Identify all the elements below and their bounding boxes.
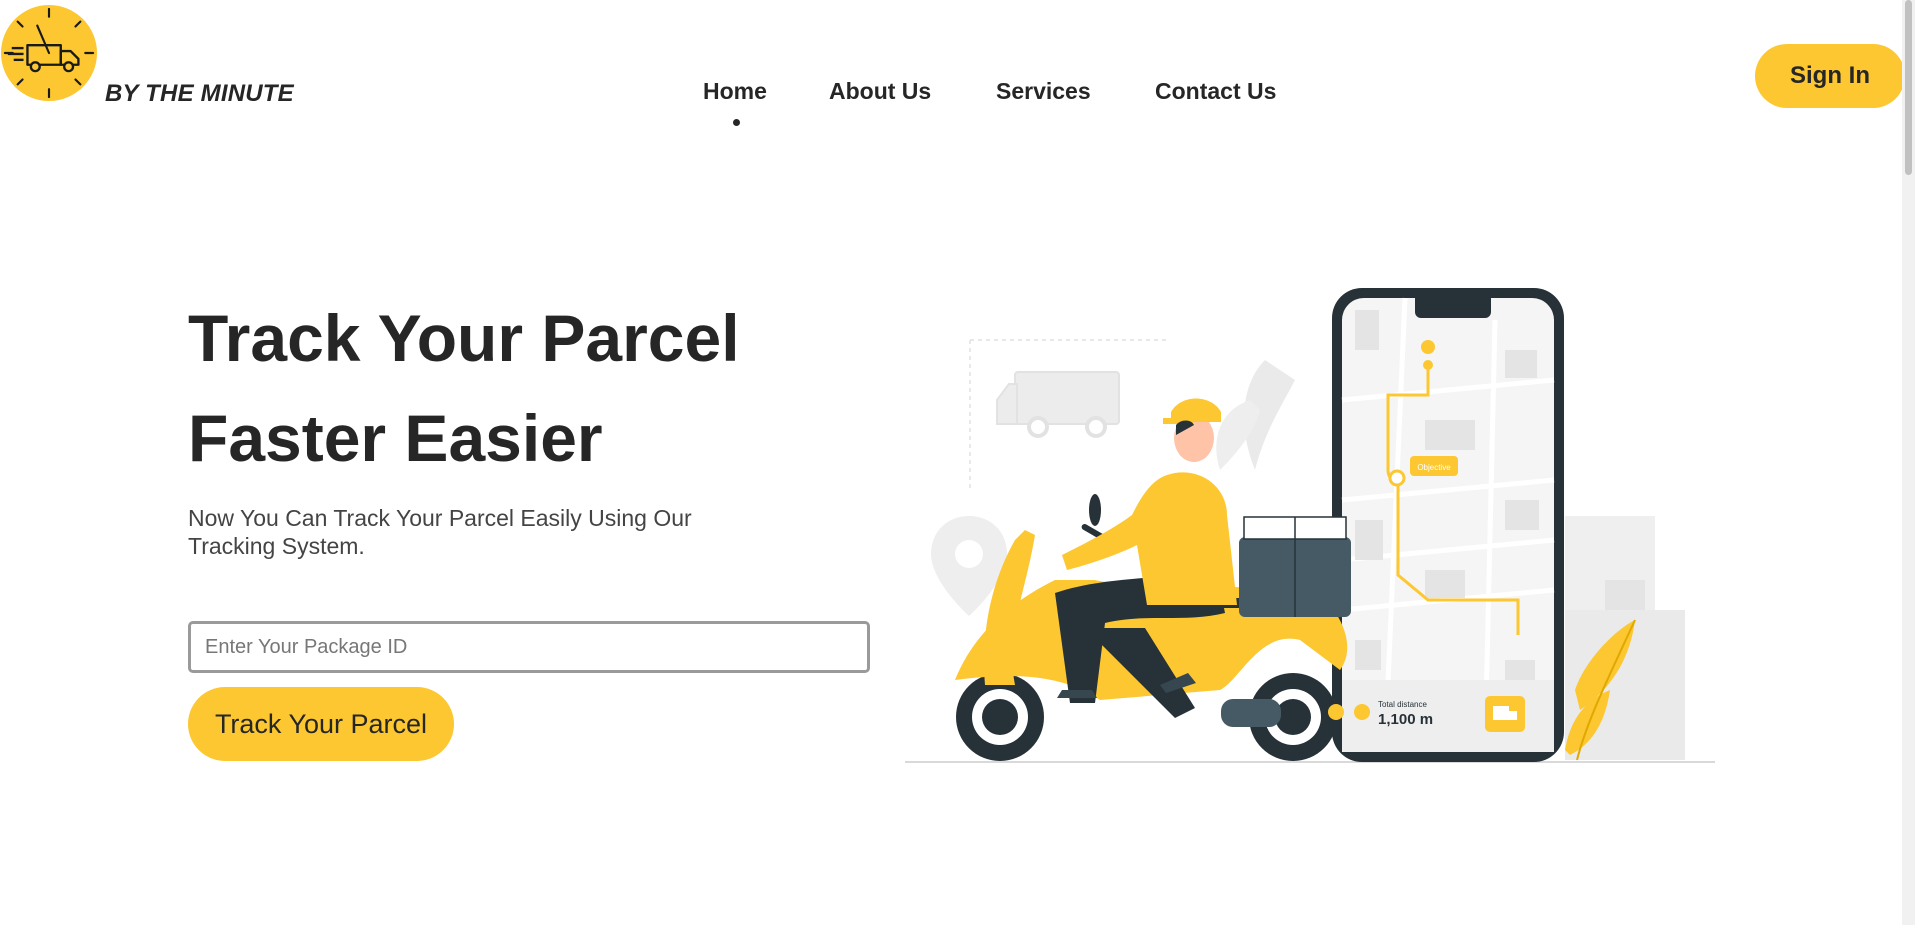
scrollbar-thumb[interactable] bbox=[1905, 0, 1912, 175]
nav-active-indicator bbox=[733, 119, 740, 126]
hero-title-line1: Track Your Parcel bbox=[188, 301, 740, 375]
background-truck-icon bbox=[996, 371, 1120, 425]
nav-contact-us[interactable]: Contact Us bbox=[1155, 78, 1276, 105]
hero-title-line2: Faster Easier bbox=[188, 401, 603, 475]
hero-subtitle: Now You Can Track Your Parcel Easily Usi… bbox=[188, 505, 692, 559]
delivery-illustration: Objective Total distance 1,100 m bbox=[905, 288, 1715, 763]
nav-about-us[interactable]: About Us bbox=[829, 78, 931, 105]
distance-label: Total distance bbox=[1378, 700, 1427, 709]
brand-name: BY THE MINUTE bbox=[105, 80, 294, 107]
smartphone-map-icon: Objective Total distance 1,100 m bbox=[1332, 288, 1564, 762]
track-parcel-button[interactable]: Track Your Parcel bbox=[188, 687, 454, 761]
distance-value: 1,100 m bbox=[1378, 711, 1433, 728]
map-objective-label: Objective bbox=[1417, 463, 1451, 472]
delivery-scooter-icon bbox=[955, 398, 1351, 761]
brand-logo-icon[interactable] bbox=[0, 4, 98, 102]
page-scrollbar[interactable] bbox=[1902, 0, 1915, 925]
package-id-input[interactable] bbox=[188, 621, 870, 673]
sign-in-button[interactable]: Sign In bbox=[1755, 44, 1905, 108]
nav-home[interactable]: Home bbox=[703, 78, 767, 105]
nav-services[interactable]: Services bbox=[996, 78, 1091, 105]
